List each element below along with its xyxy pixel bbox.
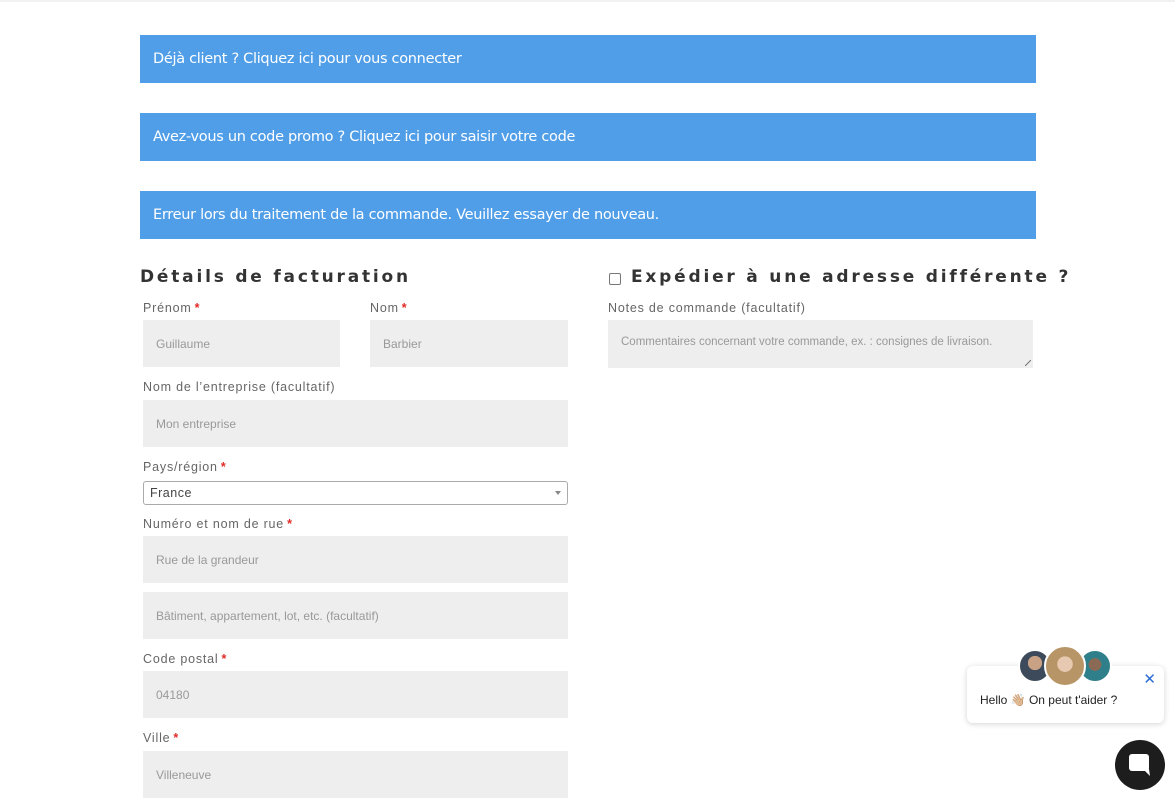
required-mark: * (401, 301, 408, 315)
chat-launcher-button[interactable] (1115, 740, 1165, 790)
first-name-label-text: Prénom (143, 301, 192, 315)
required-mark: * (221, 652, 228, 666)
city-label: Ville * (143, 731, 179, 745)
last-name-label: Nom * (370, 301, 407, 315)
login-notice[interactable]: Déjà client ? Cliquez ici pour vous conn… (140, 35, 1036, 83)
city-label-text: Ville (143, 731, 171, 745)
chevron-down-icon (555, 491, 561, 495)
last-name-label-text: Nom (370, 301, 399, 315)
error-notice: Erreur lors du traitement de la commande… (140, 191, 1036, 239)
ship-different-title[interactable]: Expédier à une adresse différente ? (631, 267, 1071, 287)
chat-bubble-icon (1129, 754, 1150, 776)
country-value: France (150, 486, 192, 500)
postcode-label-text: Code postal (143, 652, 219, 666)
close-icon[interactable]: ✕ (1143, 672, 1156, 687)
company-label: Nom de l’entreprise (facultatif) (143, 380, 336, 394)
first-name-field[interactable]: Guillaume (143, 320, 340, 367)
order-notes-label: Notes de commande (facultatif) (608, 301, 806, 315)
city-field[interactable]: Villeneuve (143, 751, 568, 798)
country-label-text: Pays/région (143, 460, 218, 474)
header-shadow (0, 0, 1175, 2)
required-mark: * (220, 460, 227, 474)
required-mark: * (194, 301, 201, 315)
country-select[interactable]: France (143, 481, 568, 505)
street2-field[interactable]: Bâtiment, appartement, lot, etc. (facult… (143, 592, 568, 639)
ship-different-checkbox[interactable] (609, 273, 621, 285)
postcode-field[interactable]: 04180 (143, 671, 568, 718)
chat-greeting: Hello 👋🏼 On peut t'aider ? (980, 693, 1118, 707)
street-field[interactable]: Rue de la grandeur (143, 536, 568, 583)
required-mark: * (287, 517, 293, 531)
required-mark: * (173, 731, 180, 745)
resize-handle-icon[interactable] (1025, 360, 1031, 366)
first-name-label: Prénom * (143, 301, 200, 315)
country-label: Pays/région * (143, 460, 226, 474)
coupon-notice[interactable]: Avez-vous un code promo ? Cliquez ici po… (140, 113, 1036, 161)
order-notes-placeholder: Commentaires concernant votre commande, … (621, 336, 993, 348)
company-field[interactable]: Mon entreprise (143, 400, 568, 447)
street-label: Numéro et nom de rue * (143, 517, 293, 531)
agent-avatar-icon (1044, 645, 1086, 687)
postcode-label: Code postal * (143, 652, 227, 666)
billing-title: Détails de facturation (140, 267, 411, 287)
last-name-field[interactable]: Barbier (370, 320, 568, 367)
street-label-text: Numéro et nom de rue (143, 517, 285, 531)
order-notes-textarea[interactable]: Commentaires concernant votre commande, … (608, 320, 1033, 368)
